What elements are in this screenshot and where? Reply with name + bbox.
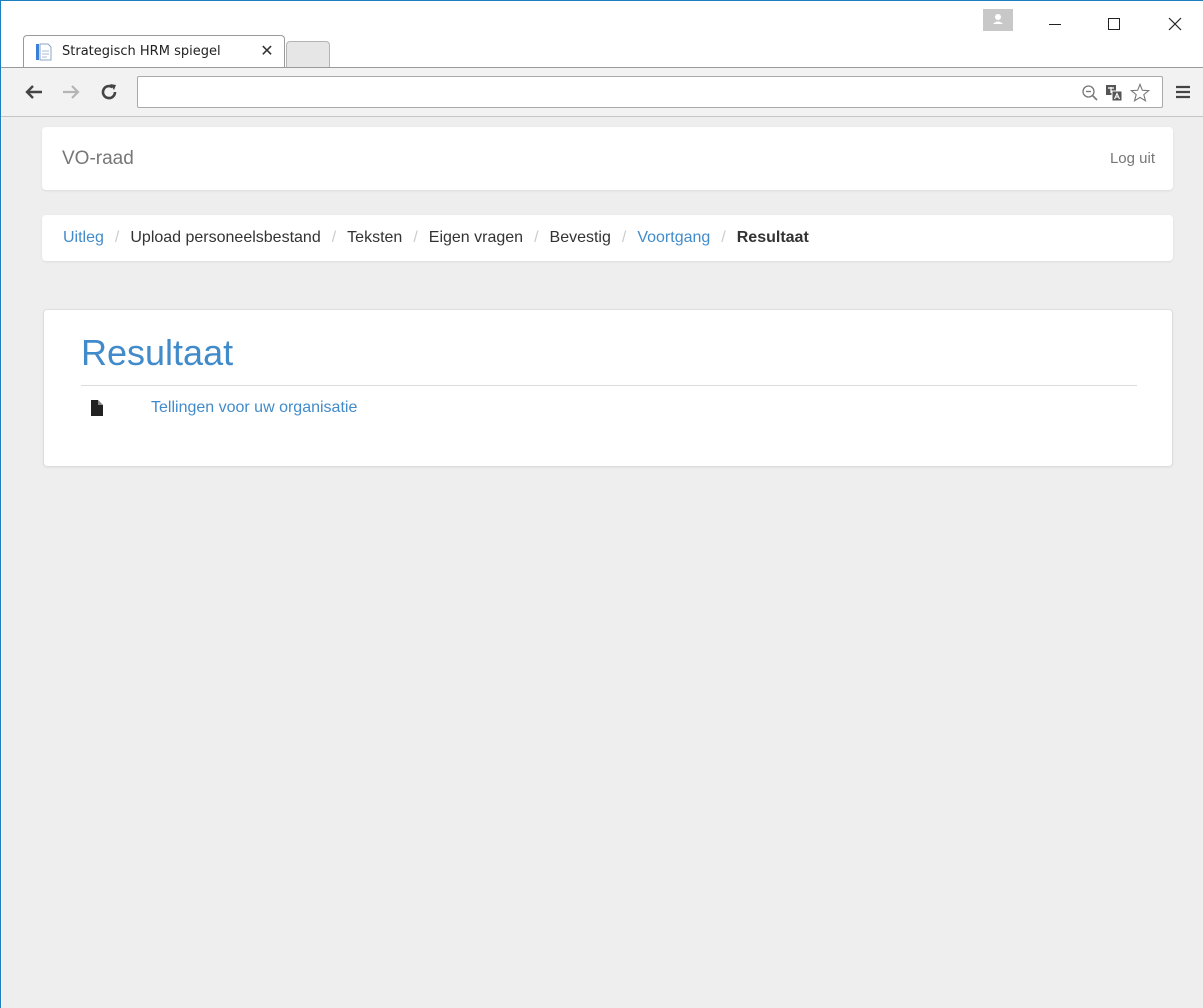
back-arrow-icon[interactable] <box>21 78 47 106</box>
new-tab-button[interactable] <box>286 41 330 67</box>
close-window-icon[interactable] <box>1153 9 1197 39</box>
brand-link[interactable]: VO-raad <box>62 148 134 170</box>
profile-icon[interactable] <box>983 9 1013 31</box>
reload-icon[interactable] <box>96 78 122 106</box>
browser-toolbar <box>1 67 1203 117</box>
breadcrumb-item-eigen-vragen: Eigen vragen <box>428 229 524 246</box>
breadcrumb: Uitleg / Upload personeelsbestand / Teks… <box>42 215 1173 261</box>
breadcrumb-separator: / <box>621 229 627 246</box>
breadcrumb-item-upload: Upload personeelsbestand <box>130 229 321 246</box>
result-panel: Resultaat Tellingen voor uw organisatie <box>43 309 1173 467</box>
breadcrumb-separator: / <box>534 229 539 246</box>
divider <box>81 385 1137 386</box>
page-content: VO-raad Log uit Uitleg / Upload personee… <box>2 117 1203 1008</box>
file-icon <box>91 400 103 416</box>
tellingen-link[interactable]: Tellingen voor uw organisatie <box>151 399 357 417</box>
breadcrumb-item-voortgang[interactable]: Voortgang <box>637 229 710 247</box>
breadcrumb-separator: / <box>413 229 418 246</box>
breadcrumb-item-bevestig: Bevestig <box>549 229 611 246</box>
breadcrumb-separator: / <box>331 229 337 246</box>
forward-arrow-icon[interactable] <box>58 78 84 106</box>
page-title: Resultaat <box>81 332 234 373</box>
minimize-icon[interactable] <box>1033 9 1077 39</box>
star-icon[interactable] <box>1130 82 1150 103</box>
document-icon <box>36 43 52 61</box>
maximize-icon[interactable] <box>1092 9 1136 39</box>
breadcrumb-item-teksten: Teksten <box>347 229 403 246</box>
logout-link[interactable]: Log uit <box>1110 150 1155 167</box>
address-bar[interactable] <box>137 76 1163 108</box>
zoom-icon[interactable] <box>1080 83 1100 103</box>
breadcrumb-item-resultaat: Resultaat <box>736 229 809 246</box>
browser-window: Strategisch HRM spiegel ✕ VO-raad Log ui… <box>0 0 1203 1008</box>
breadcrumb-separator: / <box>721 229 726 246</box>
top-navbar: VO-raad Log uit <box>42 127 1173 190</box>
browser-tab[interactable]: Strategisch HRM spiegel ✕ <box>23 35 285 68</box>
breadcrumb-item-uitleg[interactable]: Uitleg <box>63 229 104 247</box>
tab-close-icon[interactable]: ✕ <box>258 41 276 61</box>
translate-icon[interactable] <box>1104 83 1124 103</box>
breadcrumb-separator: / <box>114 229 120 246</box>
browser-titlebar: Strategisch HRM spiegel ✕ <box>1 1 1203 68</box>
menu-icon[interactable] <box>1171 78 1195 106</box>
tab-title: Strategisch HRM spiegel <box>62 44 221 59</box>
